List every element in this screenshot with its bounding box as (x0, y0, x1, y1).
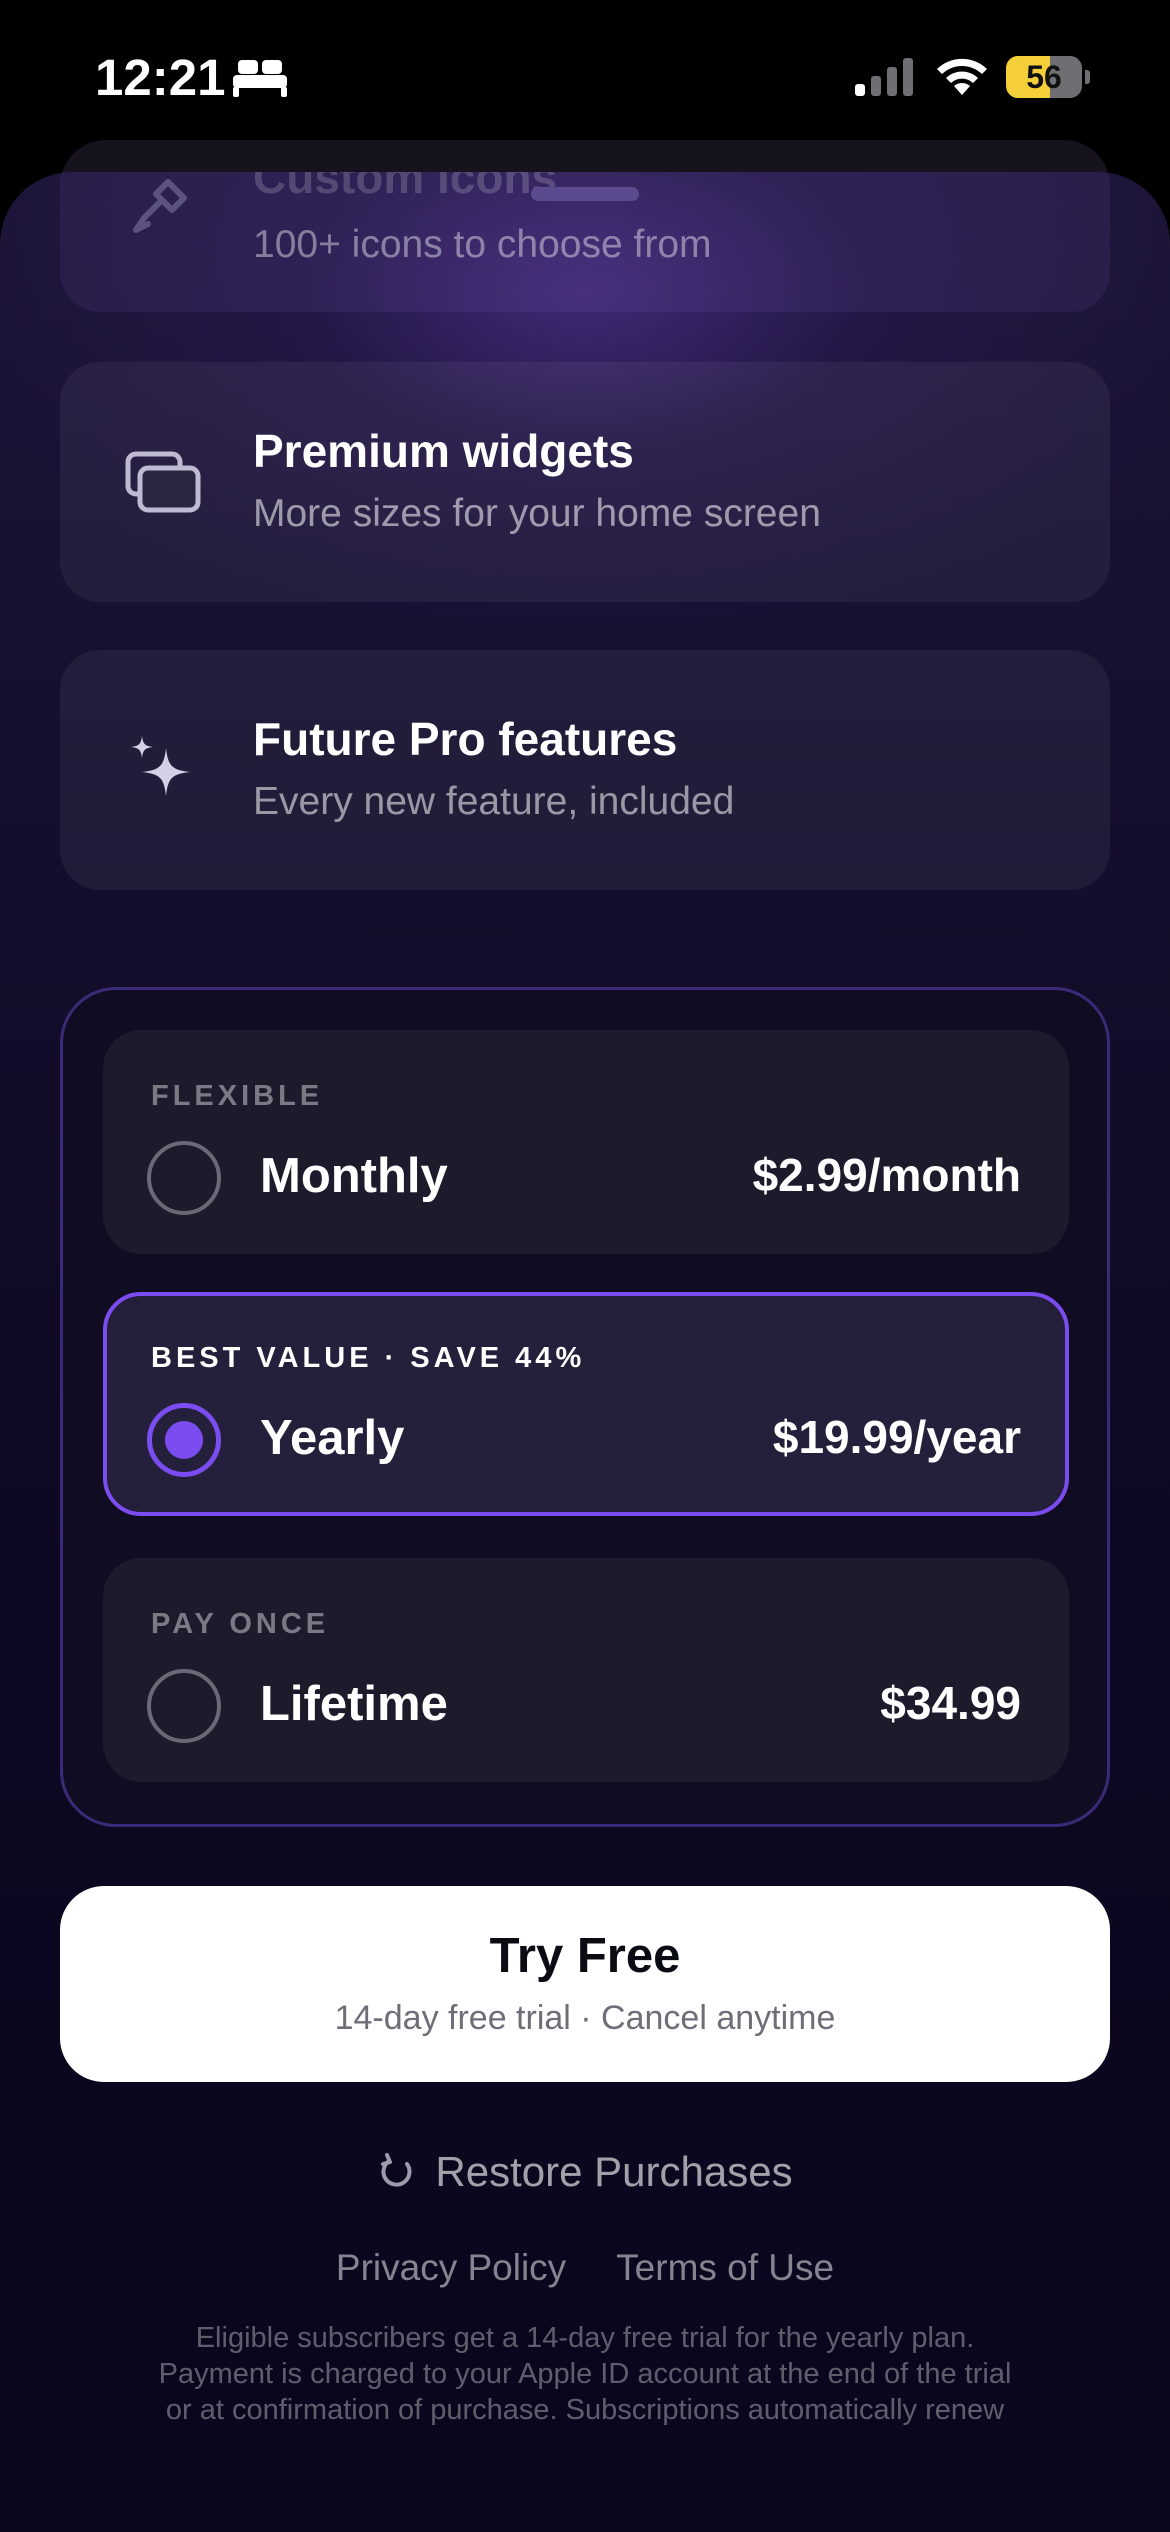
battery-percentage: 56 (1026, 58, 1062, 95)
paywall-screen: 12:21 56 Custom Icons 100+ icons to choo… (0, 0, 1170, 2532)
widgets-icon (125, 451, 201, 513)
feature-title: Future Pro features (253, 713, 678, 765)
cta-subtitle: 14-day free trial · Cancel anytime (334, 1999, 836, 2037)
plan-tag: PAY ONCE (151, 1608, 330, 1640)
feature-title: Premium widgets (253, 425, 634, 477)
sparkles-icon (131, 736, 190, 796)
bed-icon (233, 60, 287, 97)
feature-subtitle: Every new feature, included (253, 780, 735, 823)
plan-option-yearly[interactable]: BEST VALUE · SAVE 44% Yearly $19.99/year (103, 1292, 1069, 1516)
disclaimer-line: Eligible subscribers get a 14-day free t… (195, 2322, 975, 2354)
brush-icon (133, 179, 187, 233)
disclaimer-line: Payment is charged to your Apple ID acco… (158, 2358, 1012, 2390)
radio-unselected[interactable] (147, 1141, 221, 1215)
plan-name: Yearly (260, 1411, 405, 1465)
legal-links: Privacy Policy Terms of Use (0, 2247, 1170, 2307)
disclaimer-line: or at confirmation of purchase. Subscrip… (165, 2394, 1005, 2426)
radio-unselected[interactable] (147, 1669, 221, 1743)
refresh-icon (381, 2153, 412, 2187)
plan-tag: FLEXIBLE (151, 1080, 324, 1112)
radio-selected[interactable] (147, 1403, 221, 1477)
feature-title: Custom Icons (253, 172, 558, 203)
try-free-button[interactable]: Try Free 14-day free trial · Cancel anyt… (60, 1886, 1110, 2082)
radio-selected-dot (165, 1421, 203, 1459)
plan-tag: BEST VALUE · SAVE 44% (151, 1342, 586, 1374)
plan-picker: FLEXIBLE Monthly $2.99/month BEST VALUE … (60, 987, 1110, 1827)
plan-price: $19.99/year (772, 1411, 1021, 1463)
terms-of-use-link[interactable]: Terms of Use (616, 2247, 834, 2307)
feature-subtitle: More sizes for your home screen (253, 492, 821, 535)
plan-name: Lifetime (260, 1677, 448, 1731)
cta-title: Try Free (489, 1929, 681, 1983)
status-time: 12:21 (95, 49, 226, 106)
feature-card-future-pro: Future Pro features Every new feature, i… (60, 650, 1110, 890)
battery-level: 56 (1006, 56, 1082, 98)
wifi-icon (937, 58, 987, 95)
battery-icon: 56 (1006, 56, 1090, 98)
plan-price: $2.99/month (752, 1149, 1021, 1201)
feature-card-premium-widgets: Premium widgets More sizes for your home… (60, 362, 1110, 602)
restore-purchases-label: Restore Purchases (435, 2148, 793, 2195)
feature-subtitle: 100+ icons to choose from (253, 223, 712, 266)
status-bar: 12:21 56 (0, 0, 1170, 150)
battery-cap (1085, 70, 1090, 84)
plan-price: $34.99 (880, 1677, 1021, 1729)
signal-icon (855, 58, 913, 96)
plan-option-lifetime[interactable]: PAY ONCE Lifetime $34.99 (103, 1558, 1069, 1782)
sheet-grabber[interactable] (531, 187, 639, 201)
paywall-sheet[interactable]: Custom Icons 100+ icons to choose from P… (0, 172, 1170, 2532)
subscription-disclaimer: Eligible subscribers get a 14-day free t… (70, 2320, 1100, 2428)
plan-name: Monthly (260, 1149, 448, 1203)
plan-option-monthly[interactable]: FLEXIBLE Monthly $2.99/month (103, 1030, 1069, 1254)
restore-purchases-button[interactable]: Restore Purchases (360, 2137, 810, 2207)
privacy-policy-link[interactable]: Privacy Policy (336, 2247, 566, 2307)
